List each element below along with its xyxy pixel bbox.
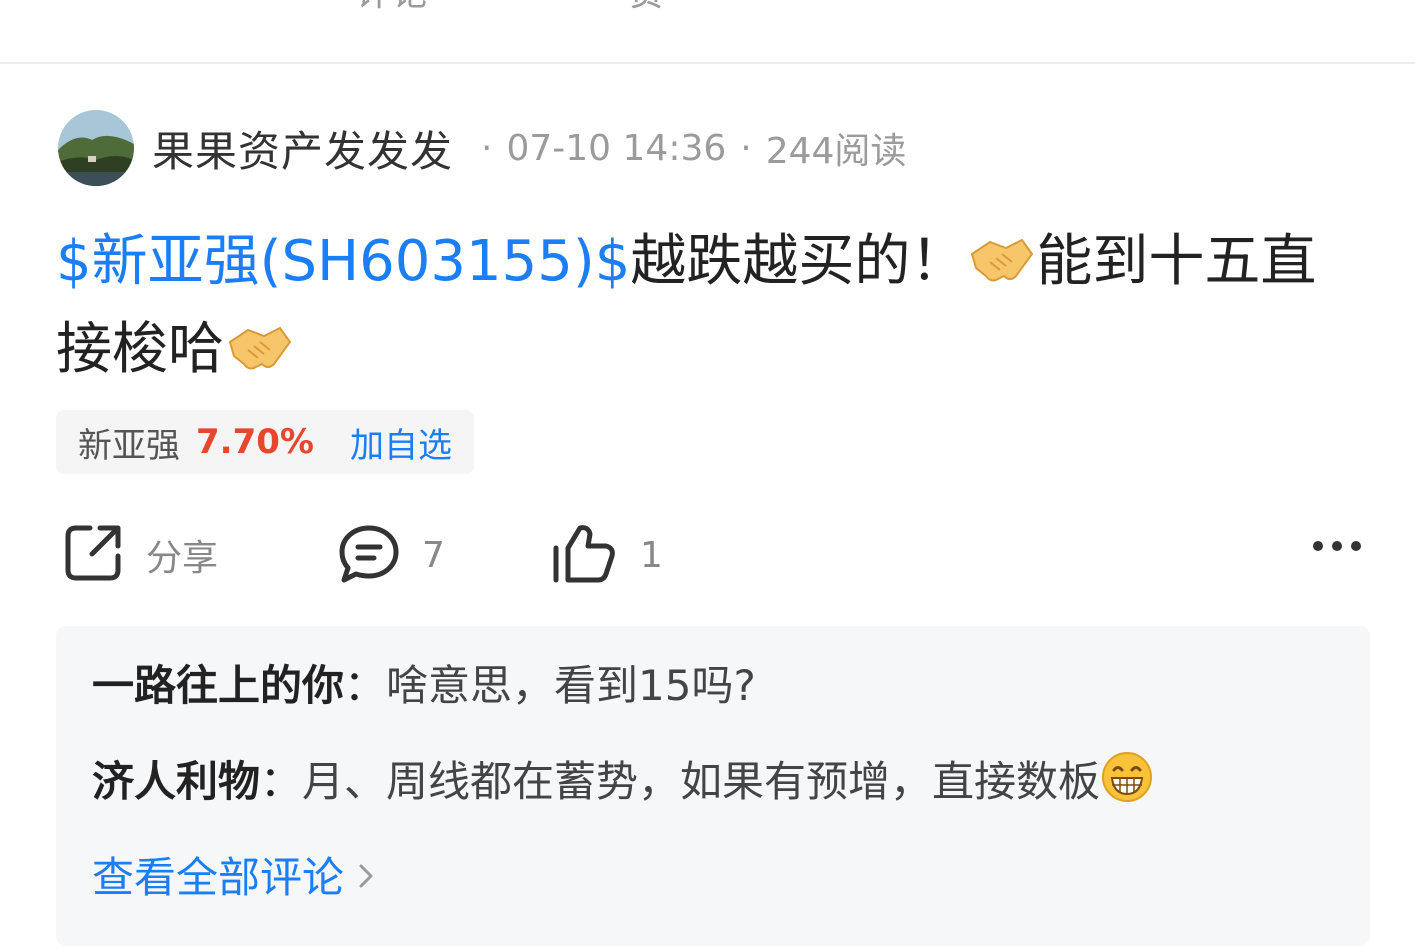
- more-options-icon[interactable]: [1312, 538, 1362, 557]
- share-label: 分享: [146, 538, 219, 579]
- like-count: 1: [640, 534, 663, 576]
- comment-colon: ：: [344, 661, 387, 710]
- stock-name: 新亚强: [78, 425, 180, 466]
- avatar[interactable]: [58, 110, 134, 186]
- view-all-label: 查看全部评论: [92, 853, 345, 902]
- share-icon[interactable]: [62, 0, 122, 14]
- stock-change: 7.70%: [196, 422, 314, 462]
- post-meta: · 07-10 14:36 · 244阅读: [467, 122, 906, 174]
- comment-label-cut: 评论: [356, 0, 428, 14]
- author-name[interactable]: 果果资产发发发: [152, 118, 453, 179]
- share-button[interactable]: 分享: [62, 520, 218, 590]
- stock-link[interactable]: $新亚强(SH603155)$: [56, 229, 630, 294]
- comment-item[interactable]: 济人利物：月、周线都在蓄势，如果有预增，直接数板: [92, 750, 1154, 820]
- comment-text: 啥意思，看到15吗?: [386, 661, 756, 710]
- handshake-emoji-icon: [966, 230, 1036, 310]
- post-text-part-1: 越跌越买的！: [630, 229, 967, 294]
- separator-dot: ·: [481, 127, 493, 169]
- comment-count: 7: [422, 534, 445, 576]
- previous-post-action-bar: 评论 赞: [0, 0, 1415, 64]
- view-all-comments-link[interactable]: 查看全部评论: [92, 844, 374, 905]
- comment-button[interactable]: 7: [338, 520, 445, 590]
- handshake-emoji-icon: [224, 318, 294, 398]
- comment-item[interactable]: 一路往上的你：啥意思，看到15吗?: [92, 656, 756, 716]
- comments-preview: 一路往上的你：啥意思，看到15吗? 济人利物：月、周线都在蓄势，如果有预增，直接…: [56, 626, 1370, 946]
- comment-icon: [338, 522, 400, 588]
- separator-dot: ·: [740, 127, 752, 169]
- comment-user[interactable]: 济人利物: [92, 757, 260, 806]
- share-icon: [62, 522, 124, 588]
- stock-tag[interactable]: 新亚强 7.70% 加自选: [56, 410, 474, 474]
- comment-text: 月、周线都在蓄势，如果有预增，直接数板: [302, 757, 1101, 806]
- comment-colon: ：: [260, 757, 303, 806]
- grinning-emoji-icon: [1100, 750, 1154, 820]
- thumb-up-icon[interactable]: [548, 0, 608, 14]
- post-content: $新亚强(SH603155)$越跌越买的！ 能到十五直接梭哈: [56, 222, 1346, 398]
- thumb-up-icon: [552, 522, 618, 588]
- like-label-cut: 赞: [628, 0, 664, 14]
- add-watchlist-button[interactable]: 加自选: [350, 418, 452, 467]
- read-count: 244阅读: [765, 131, 907, 172]
- post-actions: 分享 7 1: [56, 520, 1366, 590]
- post-header: 果果资产发发发 · 07-10 14:36 · 244阅读: [58, 108, 906, 188]
- like-button[interactable]: 1: [552, 520, 663, 590]
- chevron-right-icon: [358, 850, 374, 899]
- comment-user[interactable]: 一路往上的你: [92, 661, 344, 710]
- comment-icon[interactable]: [278, 0, 338, 14]
- post-time: 07-10 14:36: [506, 127, 727, 169]
